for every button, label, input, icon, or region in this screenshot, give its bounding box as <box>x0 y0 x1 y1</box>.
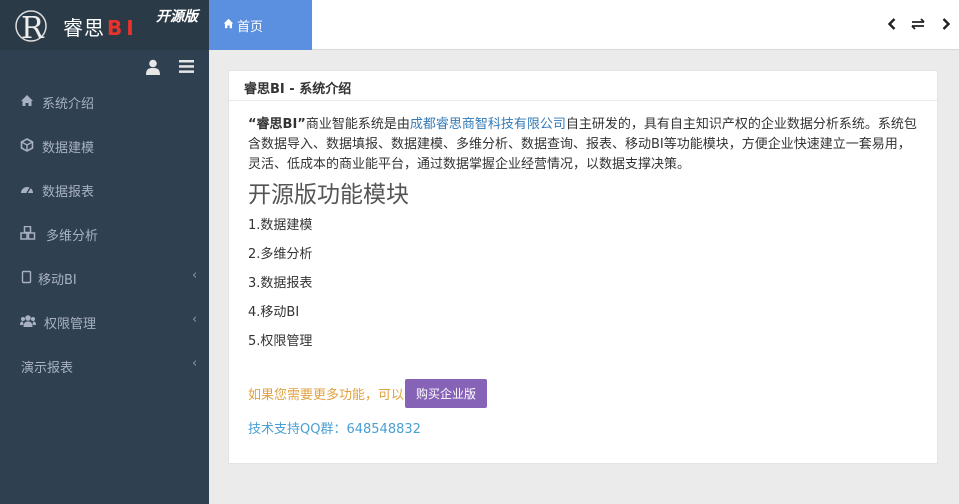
intro-panel: 睿思BI - 系统介绍 “睿思BI”商业智能系统是由成都睿思商智科技有限公司自主… <box>228 70 938 464</box>
sidebar-item-label: 系统介绍 <box>42 97 95 112</box>
user-icon[interactable] <box>146 59 160 75</box>
sidebar-item-modeling[interactable]: 数据建模 <box>0 123 209 167</box>
tablet-icon <box>21 270 32 284</box>
intro-paragraph: “睿思BI”商业智能系统是由成都睿思商智科技有限公司自主研发的，具有自主知识产权… <box>248 115 918 175</box>
brand-name: 睿思 BI <box>63 12 138 41</box>
list-item: 4.移动BI <box>248 305 300 320</box>
chevron-right-icon[interactable] <box>938 16 954 32</box>
dashboard-icon <box>21 187 33 194</box>
sidebar-item-label: 移动BI <box>38 273 77 288</box>
intro-text-a: 商业智能系统是由 <box>305 117 410 132</box>
cube-icon <box>20 138 34 152</box>
menu-toggle-icon[interactable] <box>179 60 194 73</box>
more-features-text: 如果您需要更多功能，可以 <box>248 387 405 403</box>
sidebar: R 睿思 BI 开源版 系统介绍 数据建模 数据报表 多维分析 移动BI ‹ 权… <box>0 0 209 504</box>
buy-enterprise-button[interactable]: 购买企业版 <box>405 378 488 408</box>
sidebar-item-olap[interactable]: 多维分析 <box>0 211 209 255</box>
logo-bar: R 睿思 BI 开源版 <box>0 0 209 50</box>
sidebar-item-reports[interactable]: 数据报表 <box>0 167 209 211</box>
chevron-left-icon: ‹ <box>192 356 198 371</box>
top-bar: 首页 <box>209 0 959 50</box>
home-icon <box>21 95 33 106</box>
more-features-line: 如果您需要更多功能，可以 购买企业版 <box>248 378 488 408</box>
sidebar-item-mobile-bi[interactable]: 移动BI ‹ <box>0 255 209 299</box>
list-item: 1.数据建模 <box>248 218 313 233</box>
company-link[interactable]: 成都睿思商智科技有限公司 <box>410 117 566 132</box>
sidebar-item-intro[interactable]: 系统介绍 <box>0 79 209 123</box>
users-icon <box>20 315 36 327</box>
sidebar-item-label: 多维分析 <box>46 229 99 244</box>
sidebar-item-label: 演示报表 <box>21 361 74 376</box>
home-icon <box>223 18 234 29</box>
panel-body: “睿思BI”商业智能系统是由成都睿思商智科技有限公司自主研发的，具有自主知识产权… <box>229 101 937 362</box>
sidebar-nav: 系统介绍 数据建模 数据报表 多维分析 移动BI ‹ 权限管理 ‹ 演示报表 ‹ <box>0 79 209 387</box>
brand-name-text: 睿思 <box>63 16 105 40</box>
support-qq-text: 技术支持QQ群：648548832 <box>248 422 421 437</box>
intro-quote: “睿思BI” <box>248 117 306 132</box>
sidebar-item-label: 权限管理 <box>44 317 97 332</box>
sidebar-item-label: 数据报表 <box>42 185 95 200</box>
logo-icon: R <box>15 10 47 46</box>
panel-title: 睿思BI - 系统介绍 <box>229 71 937 101</box>
edition-label: 开源版 <box>156 9 198 25</box>
svg-text:R: R <box>21 11 45 46</box>
module-list: 1.数据建模 2.多维分析 3.数据报表 4.移动BI 5.权限管理 <box>248 217 918 362</box>
list-item: 5.权限管理 <box>248 334 313 349</box>
sidebar-item-permissions[interactable]: 权限管理 ‹ <box>0 299 209 343</box>
chevron-left-icon[interactable] <box>884 16 900 32</box>
tab-home[interactable]: 首页 <box>209 0 312 50</box>
sidebar-tools <box>0 50 209 82</box>
brand-bi-text: BI <box>107 16 138 40</box>
list-item: 3.数据报表 <box>248 276 313 291</box>
list-item: 2.多维分析 <box>248 247 313 262</box>
exchange-icon[interactable] <box>910 16 926 32</box>
chevron-left-icon: ‹ <box>192 268 198 283</box>
sidebar-item-label: 数据建模 <box>42 141 95 156</box>
cubes-icon <box>20 226 36 240</box>
chevron-left-icon: ‹ <box>192 312 198 327</box>
sidebar-item-demo-reports[interactable]: 演示报表 ‹ <box>0 343 209 387</box>
section-title: 开源版功能模块 <box>248 182 409 208</box>
tab-home-label: 首页 <box>237 20 264 35</box>
